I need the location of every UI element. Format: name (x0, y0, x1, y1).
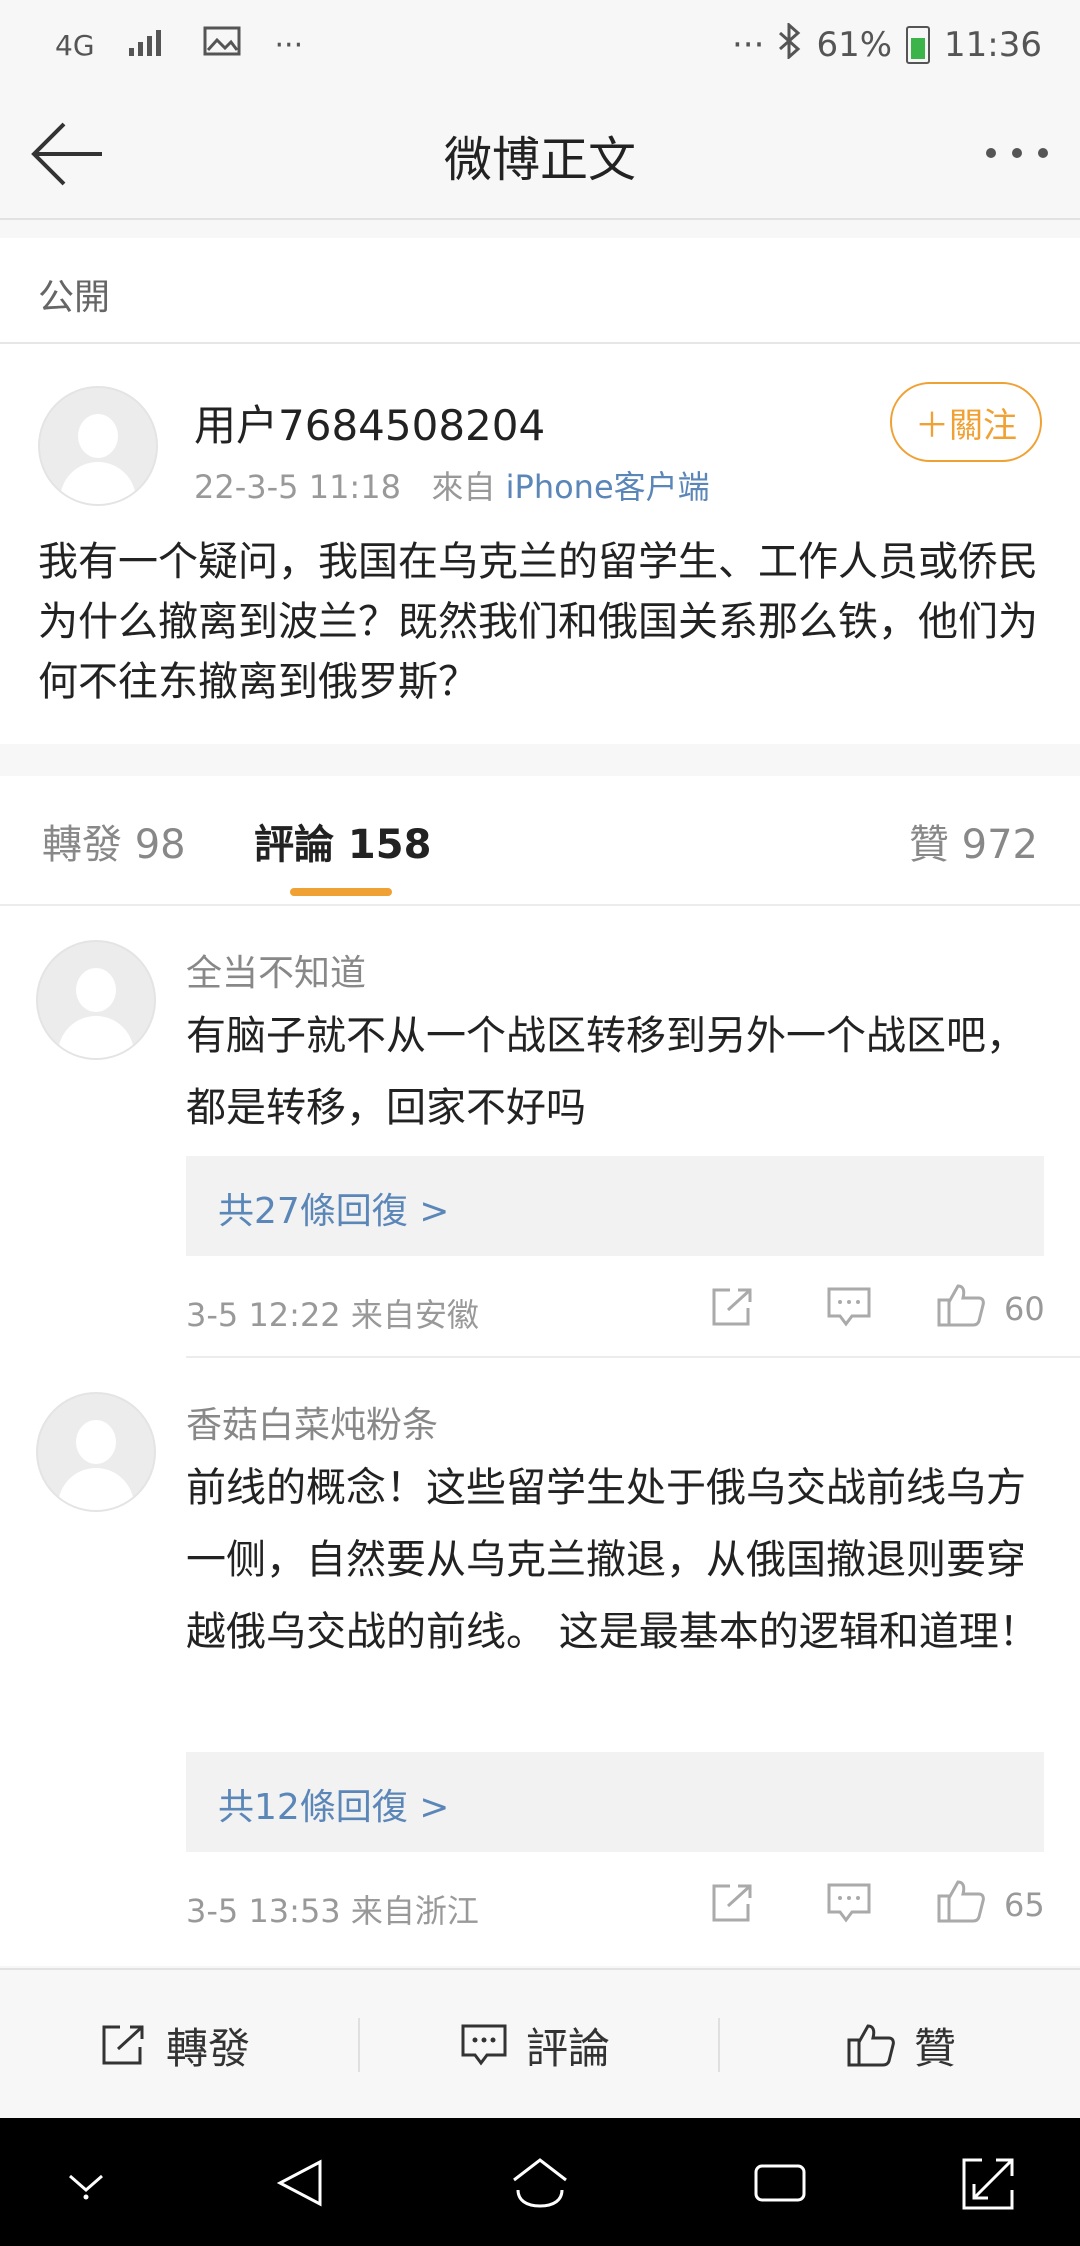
app-header: 微博正文 (0, 90, 1080, 220)
like-icon[interactable] (936, 1282, 986, 1332)
like-button[interactable]: 贊 (846, 1970, 956, 2120)
post-source[interactable]: iPhone客户端 (506, 468, 710, 506)
image-icon (203, 26, 241, 64)
comment-author[interactable]: 香菇白菜炖粉条 (186, 1396, 438, 1448)
comment-meta: 3-5 13:53 来自浙江 (186, 1892, 479, 1930)
like-label: 贊 (914, 2023, 957, 2073)
recent-apps-icon[interactable] (752, 2156, 808, 2214)
fullscreen-icon[interactable] (960, 2156, 1016, 2216)
active-tab-indicator (290, 888, 392, 896)
page-title: 微博正文 (443, 132, 636, 188)
divider (358, 2018, 360, 2072)
clock: 11:36 (944, 25, 1042, 65)
follow-button[interactable]: ＋關注 (890, 382, 1042, 462)
comment-icon[interactable] (826, 1882, 872, 1928)
repost-button[interactable]: 轉發 (100, 1970, 250, 2120)
bluetooth-icon (778, 21, 802, 68)
more-status-icon: ··· (274, 27, 304, 63)
comment-list: 全当不知道 有脑子就不从一个战区转移到另外一个战区吧，都是转移，回家不好吗 共2… (0, 906, 1080, 1966)
comment-author[interactable]: 全当不知道 (186, 944, 366, 996)
home-icon[interactable] (510, 2156, 570, 2214)
replies-link[interactable]: 共12條回復 > (186, 1752, 1044, 1852)
comment-icon (461, 2024, 507, 2066)
comment-label: 評論 (526, 2023, 611, 2073)
signal-icon (128, 26, 169, 64)
replies-label: 共27條回復 > (218, 1191, 450, 1232)
divider (718, 2018, 720, 2072)
battery-percent: 61% (816, 25, 893, 65)
visibility-text: 公開 (38, 277, 111, 318)
post-tabs: 轉發 98 評論 158 贊 972 (0, 776, 1080, 906)
like-icon[interactable] (936, 1878, 986, 1928)
more-options-icon[interactable] (986, 148, 1048, 158)
repost-icon (102, 2025, 144, 2065)
list-item: 香菇白菜炖粉条 前线的概念！这些留学生处于俄乌交战前线乌方一侧，自然要从乌克兰撤… (0, 1358, 1080, 1964)
replies-label: 共12條回復 > (218, 1787, 450, 1828)
post-card: 用户7684508204 22-3-5 11:18 來自 iPhone客户端 ＋… (0, 344, 1080, 744)
more-status-icon: ··· (732, 25, 765, 65)
avatar[interactable] (38, 386, 158, 506)
back-triangle-icon[interactable] (274, 2156, 328, 2214)
system-nav-bar (0, 2118, 1080, 2246)
comment-meta: 3-5 12:22 来自安徽 (186, 1296, 479, 1334)
source-prefix: 來自 (431, 468, 496, 506)
share-icon[interactable] (710, 1286, 756, 1332)
post-text: 我有一个疑问，我国在乌克兰的留学生、工作人员或侨民为什么撤离到波兰？既然我们和俄… (38, 539, 1038, 705)
like-count: 60 (1004, 1290, 1045, 1328)
network-indicator: 4G (55, 28, 95, 62)
post-action-bar: 轉發 評論 贊 (0, 1968, 1080, 2120)
repost-label: 轉發 (166, 2023, 251, 2073)
chevron-down-icon[interactable] (64, 2170, 108, 2204)
post-meta: 22-3-5 11:18 來自 iPhone客户端 (194, 462, 710, 508)
comment-text: 前线的概念！这些留学生处于俄乌交战前线乌方一侧，自然要从乌克兰撤退，从俄国撤退则… (186, 1465, 1039, 1655)
avatar[interactable] (36, 940, 156, 1060)
comment-text: 有脑子就不从一个战区转移到另外一个战区吧，都是转移，回家不好吗 (186, 1013, 1026, 1131)
post-timestamp: 22-3-5 11:18 (194, 468, 401, 506)
tab-likes[interactable]: 贊 972 (909, 812, 1038, 870)
comment-icon[interactable] (826, 1286, 872, 1332)
post-username[interactable]: 用户7684508204 (194, 392, 545, 453)
tab-repost[interactable]: 轉發 98 (42, 812, 186, 870)
comment-button[interactable]: 評論 (460, 1970, 610, 2120)
tab-comments[interactable]: 評論 158 (254, 812, 431, 870)
like-count: 65 (1004, 1886, 1045, 1924)
status-bar: 4G ··· ··· 61% 11:36 (0, 0, 1080, 90)
like-icon (847, 2024, 895, 2067)
avatar[interactable] (36, 1392, 156, 1512)
list-item: 全当不知道 有脑子就不从一个战区转移到另外一个战区吧，都是转移，回家不好吗 共2… (0, 906, 1080, 1358)
battery-icon (906, 26, 931, 64)
visibility-label: 公開 (0, 238, 1080, 344)
share-icon[interactable] (710, 1882, 756, 1928)
replies-link[interactable]: 共27條回復 > (186, 1156, 1044, 1256)
